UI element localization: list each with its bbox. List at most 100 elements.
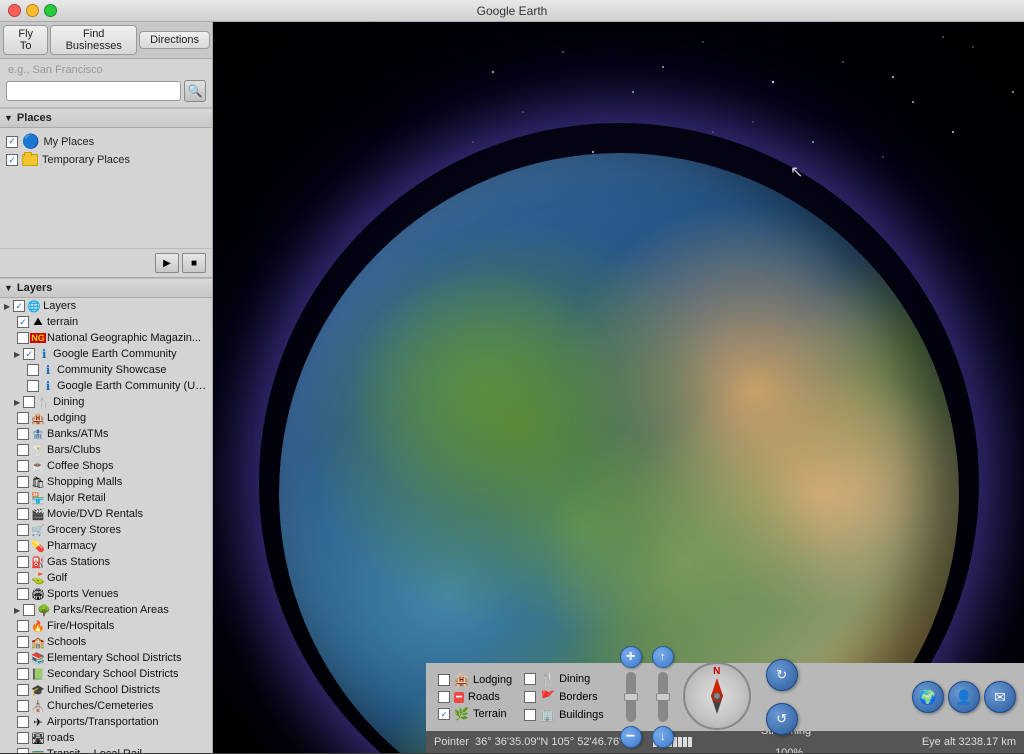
bars-checkbox[interactable] [17,444,29,456]
community-showcase-checkbox[interactable] [27,364,39,376]
sports-checkbox[interactable] [17,588,29,600]
globe-container[interactable]: ↖ Image © 2005 MDA EarthSat ©2005 Google [213,22,1024,753]
secondary-checkbox[interactable] [17,668,29,680]
layer-item-grocery[interactable]: 🛒 Grocery Stores [0,522,212,538]
bottom-roads-checkbox[interactable] [438,691,450,703]
tilt-up-button[interactable]: ↑ [652,646,674,668]
airports-checkbox[interactable] [17,716,29,728]
bottom-dining-checkbox[interactable] [524,673,536,685]
maximize-button[interactable] [44,4,57,17]
layers-root-checkbox[interactable] [13,300,25,312]
places-item-temporary[interactable]: Temporary Places [0,152,212,168]
layer-item-google-community[interactable]: ▶ ℹ Google Earth Community [0,346,212,362]
layer-item-movie[interactable]: 🎬 Movie/DVD Rentals [0,506,212,522]
pharmacy-checkbox[interactable] [17,540,29,552]
layer-item-shopping[interactable]: 🛍 Shopping Malls [0,474,212,490]
dining-icon: 🍴 [37,395,51,409]
minimize-button[interactable] [26,4,39,17]
roads-checkbox[interactable] [17,732,29,744]
parks-checkbox[interactable] [23,604,35,616]
play-button[interactable]: ▶ [155,253,179,273]
map-area[interactable]: ↖ Image © 2005 MDA EarthSat ©2005 Google… [213,22,1024,753]
places-item-my-places[interactable]: 🔵 My Places [0,131,212,152]
temporary-places-checkbox[interactable] [6,154,18,166]
layer-item-google-community-unr[interactable]: ℹ Google Earth Community (Unr... [0,378,212,394]
layer-item-parks[interactable]: ▶ 🌳 Parks/Recreation Areas [0,602,212,618]
bottom-roads-label: Roads [468,691,500,703]
rotate-cw-button[interactable]: ↻ [766,659,798,691]
street-view-button[interactable]: 👤 [948,681,980,713]
gas-label: Gas Stations [47,556,110,568]
layer-item-coffee[interactable]: ☕ Coffee Shops [0,458,212,474]
tilt-down-button[interactable]: ↓ [652,726,674,748]
schools-checkbox[interactable] [17,636,29,648]
layer-item-airports[interactable]: ✈ Airports/Transportation [0,714,212,730]
compass[interactable]: N [683,662,753,732]
find-businesses-tab[interactable]: Find Businesses [50,25,137,55]
layer-item-retail[interactable]: 🏪 Major Retail [0,490,212,506]
email-button[interactable]: ✉ [984,681,1016,713]
stop-button[interactable]: ■ [182,253,206,273]
bottom-lodging-checkbox[interactable] [438,674,450,686]
elementary-checkbox[interactable] [17,652,29,664]
layer-item-secondary[interactable]: 📗 Secondary School Districts [0,666,212,682]
tilt-thumb[interactable] [656,693,670,701]
rotate-ccw-button[interactable]: ↺ [766,703,798,735]
google-community-unr-checkbox[interactable] [27,380,39,392]
directions-tab[interactable]: Directions [139,31,210,49]
layer-item-elementary[interactable]: 📚 Elementary School Districts [0,650,212,666]
layer-item-gas[interactable]: ⛽ Gas Stations [0,554,212,570]
layer-item-community-showcase[interactable]: ℹ Community Showcase [0,362,212,378]
layer-expand-icon: ▶ [14,606,20,615]
layer-item-bars[interactable]: 🍸 Bars/Clubs [0,442,212,458]
earth-view-button[interactable]: 🌍 [912,681,944,713]
fire-checkbox[interactable] [17,620,29,632]
transit-local-checkbox[interactable] [17,748,29,753]
layer-item-transit-local[interactable]: 🚃 Transit -- Local Rail [0,746,212,753]
unified-checkbox[interactable] [17,684,29,696]
layer-item-lodging[interactable]: 🏨 Lodging [0,410,212,426]
grocery-checkbox[interactable] [17,524,29,536]
search-button[interactable]: 🔍 [184,80,206,102]
zoom-thumb[interactable] [624,693,638,701]
layer-item-churches[interactable]: ⛪ Churches/Cemeteries [0,698,212,714]
lodging-checkbox[interactable] [17,412,29,424]
zoom-out-button[interactable]: − [620,726,642,748]
shopping-checkbox[interactable] [17,476,29,488]
layer-expand-icon: ▶ [14,350,20,359]
layer-item-banks[interactable]: 🏦 Banks/ATMs [0,426,212,442]
layer-item-dining[interactable]: ▶ 🍴 Dining [0,394,212,410]
layer-item-terrain[interactable]: ⛰ terrain [0,314,212,330]
layer-item-schools[interactable]: 🏫 Schools [0,634,212,650]
golf-checkbox[interactable] [17,572,29,584]
retail-checkbox[interactable] [17,492,29,504]
banks-checkbox[interactable] [17,428,29,440]
layer-item-sports[interactable]: 🏟 Sports Venues [0,586,212,602]
layer-item-natgeo[interactable]: NG National Geographic Magazin... [0,330,212,346]
layer-item-layers-root[interactable]: ▶ 🌐 Layers [0,298,212,314]
layer-item-golf[interactable]: ⛳ Golf [0,570,212,586]
zoom-in-button[interactable]: + [620,646,642,668]
natgeo-checkbox[interactable] [17,332,29,344]
layer-item-roads[interactable]: 🛣 roads [0,730,212,746]
bottom-borders-checkbox[interactable] [524,691,536,703]
dining-checkbox[interactable] [23,396,35,408]
search-input[interactable] [6,81,181,101]
layer-item-pharmacy[interactable]: 💊 Pharmacy [0,538,212,554]
churches-checkbox[interactable] [17,700,29,712]
flyto-tab[interactable]: Fly To [3,25,48,55]
layer-item-unified[interactable]: 🎓 Unified School Districts [0,682,212,698]
layers-section-header[interactable]: ▼ Layers [0,278,212,298]
coffee-checkbox[interactable] [17,460,29,472]
movie-checkbox[interactable] [17,508,29,520]
terrain-checkbox[interactable] [17,316,29,328]
close-button[interactable] [8,4,21,17]
my-places-checkbox[interactable] [6,136,18,148]
places-section-header[interactable]: ▼ Places [0,108,212,128]
google-community-checkbox[interactable] [23,348,35,360]
gas-checkbox[interactable] [17,556,29,568]
bottom-buildings-checkbox[interactable] [524,709,536,721]
banks-icon: 🏦 [31,427,45,441]
layer-item-fire[interactable]: 🔥 Fire/Hospitals [0,618,212,634]
bottom-terrain-checkbox[interactable] [438,708,450,720]
